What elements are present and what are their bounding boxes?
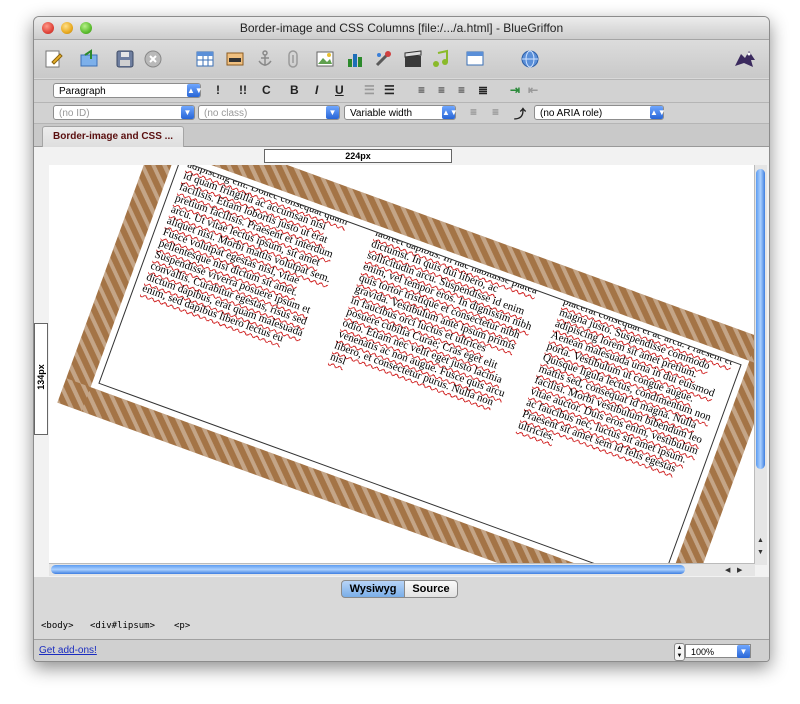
scroll-right-icon[interactable]: ▶ [737,566,742,574]
zoom-stepper[interactable]: ▲ ▼ [674,643,685,661]
vertical-ruler-label: 134px [36,364,46,390]
zoom-value: 100% [691,647,715,657]
document-tab[interactable]: Border-image and CSS ... [42,126,184,147]
chart-icon[interactable] [344,48,366,70]
status-bar: Get add-ons! ▲ ▼ 100% ▼ [34,639,769,661]
paragraph-format-select[interactable]: Paragraph ▲▼ [53,83,203,98]
outdent-icon[interactable]: ⇤ [528,83,538,97]
chevron-down-icon: ▲▼ [187,84,203,97]
window-title: Border-image and CSS Columns [file:/.../… [239,21,564,35]
breadcrumb-body[interactable]: <body> [41,621,74,631]
italic-button[interactable]: I [315,83,318,97]
chevron-down-icon: ▼ [326,106,339,119]
scroll-up-icon[interactable]: ▲ [757,537,764,544]
new-document-icon[interactable] [42,48,64,70]
width-select[interactable]: Variable width ▲▼ [344,105,458,120]
stop-icon[interactable] [142,48,164,70]
class-select[interactable]: (no class) ▼ [198,105,340,120]
aria-role-value: (no ARIA role) [540,108,603,119]
view-mode-bar: Wysiwyg Source [34,577,769,601]
get-addons-link[interactable]: Get add-ons! [39,645,97,656]
structure-toolbar: (no ID) ▼ (no class) ▼ Variable width ▲▼… [34,103,769,124]
tools-icon[interactable] [372,48,394,70]
bluegriffon-logo-icon [731,48,759,70]
video-icon[interactable] [402,48,424,70]
unordered-list-icon[interactable]: ☰ [364,83,375,97]
breadcrumb-div[interactable]: <div#lipsum> [90,621,155,631]
align-center-icon[interactable]: ≡ [438,83,445,97]
open-file-icon[interactable] [78,48,100,70]
move-element-icon[interactable]: ⤴ [514,105,526,122]
justify-icon[interactable]: ≣ [478,83,488,97]
chevron-down-icon: ▲▼ [650,106,666,119]
vertical-scrollbar[interactable]: ▲ ▼ [754,165,767,565]
content-box: Lorem ipsum dolor sit amet, consectetur … [98,165,742,563]
id-select[interactable]: (no ID) ▼ [53,105,195,120]
chevron-down-icon: ▼ [181,106,194,119]
zoom-select[interactable]: 100% ▼ [685,644,751,658]
rotated-lipsum-div[interactable]: Lorem ipsum dolor sit amet, consectetur … [57,165,755,563]
id-select-value: (no ID) [59,108,90,119]
format-toolbar: Paragraph ▲▼ ! !! C B I U ☰ ☰ ≡ ≡ ≡ ≣ ⇥ … [34,79,769,103]
align-right-icon[interactable]: ≡ [458,83,465,97]
underline-button[interactable]: U [335,83,344,97]
aria-role-select[interactable]: (no ARIA role) ▲▼ [534,105,666,120]
wysiwyg-mode-button[interactable]: Wysiwyg [341,580,405,598]
horizontal-scrollbar[interactable]: ◀ ▶ [49,563,755,576]
horizontal-scroll-thumb[interactable] [51,565,685,574]
code-button[interactable]: C [262,83,271,97]
document-tab-bar: Border-image and CSS ... [34,124,769,147]
horizontal-size-ruler[interactable]: 224px [264,149,452,163]
chevron-down-icon: ▼ [737,645,750,658]
width-select-value: Variable width [350,108,413,119]
align-left-icon[interactable]: ≡ [418,83,425,97]
globe-icon[interactable] [519,48,541,70]
indent-icon[interactable]: ⇥ [510,83,520,97]
app-window: Border-image and CSS Columns [file:/.../… [33,16,770,662]
main-toolbar [34,40,769,78]
image-icon[interactable] [314,48,336,70]
audio-icon[interactable] [430,48,452,70]
block-align-alt-icon[interactable]: ≡ [492,105,499,119]
paragraph-format-value: Paragraph [59,86,106,97]
title-bar: Border-image and CSS Columns [file:/.../… [34,17,769,40]
anchor-icon[interactable] [254,48,276,70]
window-icon[interactable] [464,48,486,70]
bold-button[interactable]: B [290,83,299,97]
scroll-down-icon[interactable]: ▼ [757,549,764,556]
table-icon[interactable] [194,48,216,70]
emphasis-button[interactable]: ! [216,83,220,97]
class-select-value: (no class) [204,108,248,119]
element-breadcrumb: <body> <div#lipsum> <p> [34,617,769,635]
chevron-down-icon: ▲▼ [442,106,458,119]
block-align-icon[interactable]: ≡ [470,105,477,119]
link-icon[interactable] [282,48,304,70]
save-icon[interactable] [114,48,136,70]
scroll-left-icon[interactable]: ◀ [725,566,730,574]
editor-area: 224px 134px Lorem ipsum dolor sit amet, … [34,147,769,577]
document-canvas[interactable]: Lorem ipsum dolor sit amet, consectetur … [49,165,755,563]
strong-button[interactable]: !! [239,83,247,97]
form-icon[interactable] [224,48,246,70]
ordered-list-icon[interactable]: ☰ [384,83,395,97]
source-mode-button[interactable]: Source [404,580,458,598]
vertical-scroll-thumb[interactable] [756,169,765,469]
breadcrumb-p[interactable]: <p> [174,621,190,631]
css-columns: Lorem ipsum dolor sit amet, consectetur … [107,165,739,563]
vertical-size-ruler[interactable]: 134px [34,323,48,435]
